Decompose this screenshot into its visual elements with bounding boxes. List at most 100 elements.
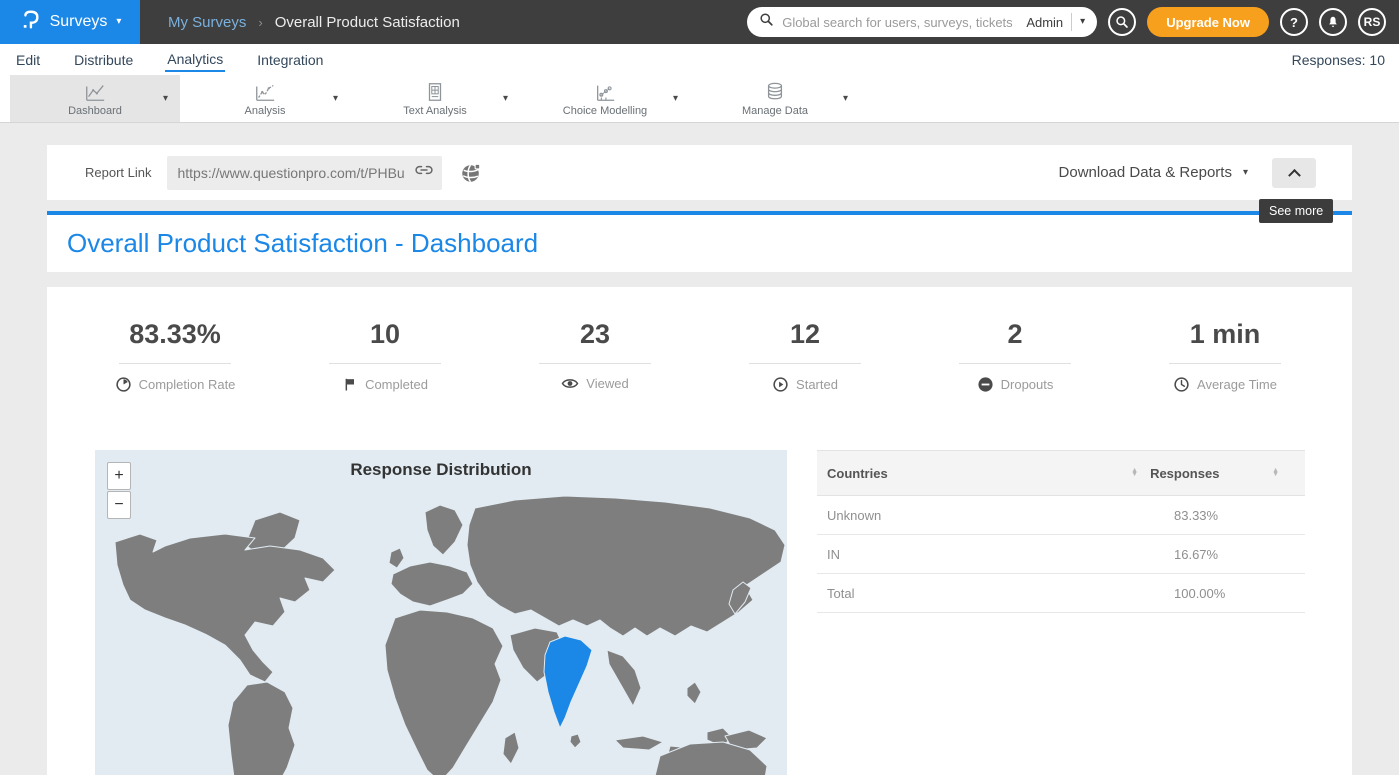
map-zoom-in-button[interactable]: + [107, 462, 131, 490]
product-name: Surveys [50, 13, 108, 31]
stat-label: Viewed [586, 376, 628, 391]
product-switcher[interactable]: Surveys ▾ [0, 0, 140, 44]
toolbar-item-label: Manage Data [742, 105, 808, 117]
column-header-responses[interactable]: Responses [1150, 466, 1268, 481]
report-link-field[interactable]: https://www.questionpro.com/t/PHBu [167, 156, 442, 190]
survey-nav: Edit Distribute Analytics Integration Re… [0, 44, 1399, 75]
choice-modelling-caret-icon[interactable]: ▾ [673, 94, 678, 104]
country-name: IN [827, 547, 1174, 562]
stat-label: Dropouts [1001, 377, 1054, 392]
trend-chart-icon [253, 81, 277, 103]
toolbar-item-analysis[interactable]: Analysis ▾ [180, 75, 350, 122]
dashboard-card: 83.33% Completion Rate 10 Completed [47, 287, 1352, 775]
stat-started: 12 Started [700, 319, 910, 393]
line-chart-icon [83, 81, 107, 103]
text-analysis-caret-icon[interactable]: ▾ [503, 94, 508, 104]
minus-circle-icon [977, 376, 994, 393]
toolbar-item-label: Choice Modelling [563, 105, 647, 117]
stat-completion-rate: 83.33% Completion Rate [70, 319, 280, 393]
manage-data-caret-icon[interactable]: ▾ [843, 94, 848, 104]
breadcrumb-current: Overall Product Satisfaction [275, 14, 460, 31]
search-scope[interactable]: Admin [1026, 15, 1063, 30]
download-data-reports-label: Download Data & Reports [1059, 164, 1232, 181]
breadcrumb-separator-icon: › [258, 15, 262, 30]
nav-tab-analytics[interactable]: Analytics [165, 47, 225, 72]
search-button[interactable] [1108, 8, 1136, 36]
stat-divider [959, 363, 1071, 364]
search-scope-caret-icon[interactable]: ▾ [1080, 17, 1085, 27]
country-responses: 100.00% [1174, 586, 1305, 601]
stat-completed: 10 Completed [280, 319, 490, 393]
breadcrumb-my-surveys[interactable]: My Surveys [168, 14, 246, 31]
stat-divider [749, 363, 861, 364]
table-row: IN 16.67% [817, 535, 1305, 574]
notifications-button[interactable] [1319, 8, 1347, 36]
toolbar-item-manage-data[interactable]: Manage Data ▾ [690, 75, 860, 122]
map-zoom-out-button[interactable]: − [107, 491, 131, 519]
database-icon [763, 81, 787, 103]
report-link-label: Report Link [85, 165, 151, 180]
toolbar-item-text-analysis[interactable]: Text Analysis ▾ [350, 75, 520, 122]
stat-value: 83.33% [70, 319, 280, 350]
document-table-icon [423, 81, 447, 103]
user-avatar[interactable]: RS [1358, 8, 1386, 36]
nav-tab-edit[interactable]: Edit [14, 48, 42, 71]
analytics-toolbar: Dashboard ▾ Analysis ▾ Text Analysis ▾ [0, 75, 1399, 123]
see-more-button[interactable] [1272, 158, 1316, 188]
stat-dropouts: 2 Dropouts [910, 319, 1120, 393]
play-circle-icon [772, 376, 789, 393]
copy-link-icon[interactable] [414, 162, 434, 183]
pie-chart-icon [115, 376, 132, 393]
map-region-india [544, 636, 592, 728]
top-bar: Surveys ▾ My Surveys › Overall Product S… [0, 0, 1399, 44]
analysis-caret-icon[interactable]: ▾ [333, 94, 338, 104]
toolbar-item-choice-modelling[interactable]: Choice Modelling ▾ [520, 75, 690, 122]
global-search[interactable]: Admin ▾ [747, 7, 1097, 37]
stat-label: Completed [365, 377, 428, 392]
response-distribution-map[interactable]: Response Distribution + − [95, 450, 787, 775]
responses-count: Responses: 10 [1292, 52, 1385, 68]
sort-responses-icon[interactable]: ▲▼ [1272, 469, 1279, 477]
search-input[interactable] [782, 15, 1018, 30]
dashboard-caret-icon[interactable]: ▾ [163, 94, 168, 104]
chevron-up-icon [1288, 169, 1301, 182]
flag-icon [342, 376, 358, 393]
stat-value: 10 [280, 319, 490, 350]
see-more-tooltip: See more [1259, 199, 1333, 223]
world-map[interactable] [95, 450, 787, 775]
toolbar-item-label: Analysis [245, 105, 286, 117]
country-name: Unknown [827, 508, 1174, 523]
upgrade-now-button[interactable]: Upgrade Now [1147, 7, 1269, 37]
title-section: Overall Product Satisfaction - Dashboard [47, 211, 1352, 272]
report-privacy-globe-icon[interactable] [460, 162, 482, 184]
stat-value: 12 [700, 319, 910, 350]
bell-icon [1326, 15, 1340, 29]
country-responses: 16.67% [1174, 547, 1305, 562]
country-name: Total [827, 586, 1174, 601]
top-bar-actions: Admin ▾ Upgrade Now ? RS [747, 7, 1399, 37]
table-row: Unknown 83.33% [817, 496, 1305, 535]
download-data-reports-button[interactable]: Download Data & Reports ▾ [1059, 164, 1248, 181]
product-caret-icon: ▾ [116, 17, 121, 27]
table-row: Total 100.00% [817, 574, 1305, 613]
help-button[interactable]: ? [1280, 8, 1308, 36]
report-link-bar: Report Link https://www.questionpro.com/… [47, 145, 1352, 200]
nav-tab-integration[interactable]: Integration [255, 48, 325, 71]
app: Surveys ▾ My Surveys › Overall Product S… [0, 0, 1399, 775]
sort-countries-icon[interactable]: ▲▼ [1131, 469, 1138, 477]
toolbar-item-dashboard[interactable]: Dashboard ▾ [10, 75, 180, 122]
stat-divider [329, 363, 441, 364]
report-link-url[interactable]: https://www.questionpro.com/t/PHBu [177, 165, 414, 181]
page-title: Overall Product Satisfaction - Dashboard [67, 228, 538, 259]
stat-label: Started [796, 377, 838, 392]
country-responses: 83.33% [1174, 508, 1305, 523]
toolbar-item-label: Text Analysis [403, 105, 467, 117]
column-header-countries[interactable]: Countries [827, 466, 1127, 481]
eye-icon [561, 376, 579, 391]
countries-table: Countries ▲▼ Responses ▲▼ Unknown 83.33%… [817, 450, 1305, 613]
scatter-chart-icon [593, 81, 617, 103]
clock-icon [1173, 376, 1190, 393]
search-scope-divider [1071, 13, 1072, 31]
questionpro-logo-icon [19, 8, 41, 37]
nav-tab-distribute[interactable]: Distribute [72, 48, 135, 71]
